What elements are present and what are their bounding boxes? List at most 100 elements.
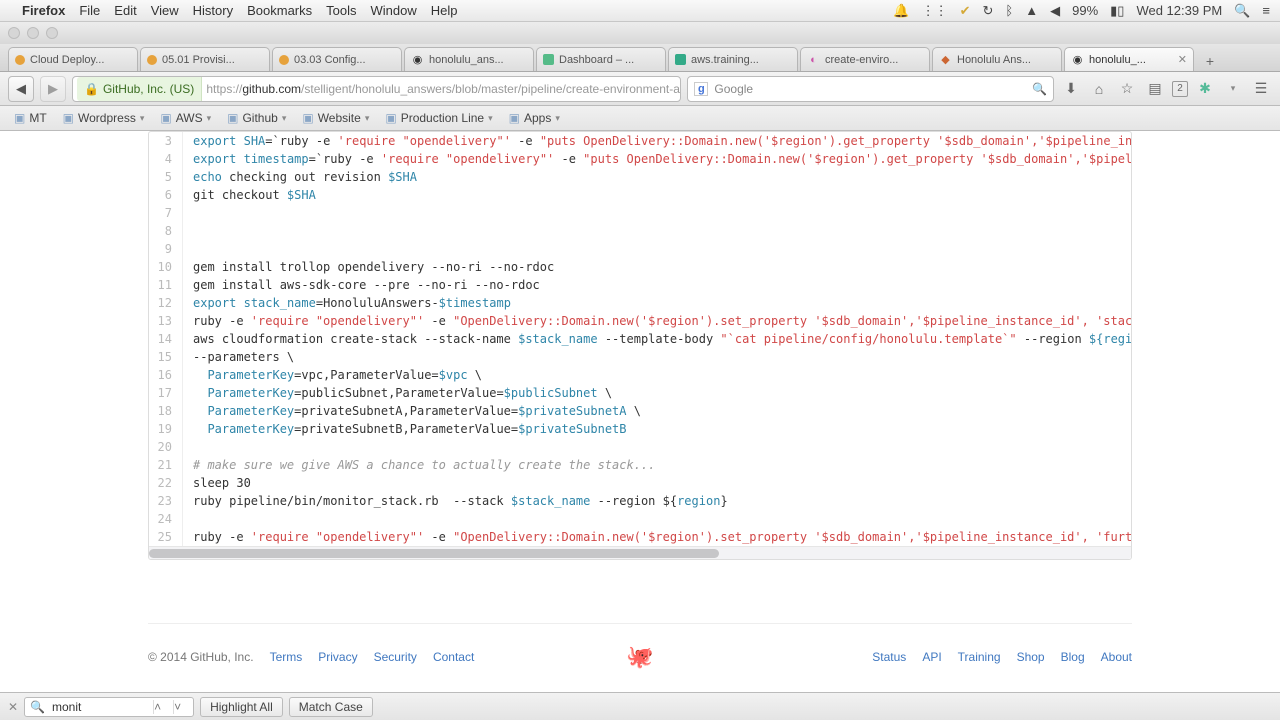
footer-blog[interactable]: Blog [1061,650,1085,664]
notification-icon[interactable]: 🔔 [893,3,909,19]
line-content[interactable]: ParameterKey=privateSubnetA,ParameterVal… [183,402,641,420]
tab-6[interactable]: ◐create-enviro... [800,47,930,71]
new-tab-button[interactable]: + [1200,51,1220,71]
menu-file[interactable]: File [79,3,100,18]
line-number[interactable]: 11 [149,276,183,294]
line-content[interactable] [183,510,193,528]
find-prev-button[interactable]: ˄ [153,700,173,714]
line-content[interactable]: gem install trollop opendelivery --no-ri… [183,258,554,276]
line-number[interactable]: 22 [149,474,183,492]
line-number[interactable]: 9 [149,240,183,258]
line-content[interactable]: ruby -e 'require "opendelivery"' -e "Ope… [183,312,1131,330]
line-number[interactable]: 17 [149,384,183,402]
footer-status[interactable]: Status [872,650,906,664]
tab-2[interactable]: 03.03 Config... [272,47,402,71]
line-content[interactable]: sleep 30 [183,474,251,492]
line-number[interactable]: 12 [149,294,183,312]
bookmark-website[interactable]: ▣Website▾ [296,109,375,127]
bookmark-production-line[interactable]: ▣Production Line▾ [379,109,498,127]
bookmark-github[interactable]: ▣Github▾ [221,109,292,127]
line-content[interactable]: --parameters \ [183,348,294,366]
wifi-icon[interactable]: ▲ [1025,3,1038,18]
tab-5[interactable]: aws.training... [668,47,798,71]
spotlight-icon[interactable]: 🔍 [1234,3,1250,19]
downloads-button[interactable]: ⬇ [1060,78,1082,100]
menu-bookmarks[interactable]: Bookmarks [247,3,312,18]
horizontal-scrollbar[interactable] [149,546,1131,559]
line-content[interactable]: aws cloudformation create-stack --stack-… [183,330,1131,348]
forward-button[interactable]: ▶ [40,76,66,102]
app-name[interactable]: Firefox [22,3,65,18]
bookmark-star-button[interactable]: ☆ [1116,78,1138,100]
menu-window[interactable]: Window [371,3,417,18]
footer-api[interactable]: API [922,650,941,664]
line-number[interactable]: 20 [149,438,183,456]
line-number[interactable]: 10 [149,258,183,276]
back-button[interactable]: ◀ [8,76,34,102]
timemachine-icon[interactable]: ↻ [983,3,994,19]
line-content[interactable]: # make sure we give AWS a chance to actu… [183,456,655,474]
tab-4[interactable]: Dashboard – ... [536,47,666,71]
menu-history[interactable]: History [193,3,233,18]
zoom-window-button[interactable] [46,27,58,39]
line-content[interactable]: export timestamp=`ruby -e 'require "open… [183,150,1131,168]
line-content[interactable]: ruby -e 'require "opendelivery"' -e "Ope… [183,528,1131,546]
minimize-window-button[interactable] [27,27,39,39]
line-content[interactable]: gem install aws-sdk-core --pre --no-ri -… [183,276,540,294]
line-content[interactable]: export SHA=`ruby -e 'require "opendelive… [183,132,1131,150]
tab-7[interactable]: ◆Honolulu Ans... [932,47,1062,71]
line-content[interactable] [183,222,193,240]
bluetooth-icon[interactable]: ᛒ [1005,3,1013,18]
menu-extras-icon[interactable]: ≡ [1262,3,1270,18]
line-number[interactable]: 19 [149,420,183,438]
line-content[interactable]: export stack_name=HonoluluAnswers-$times… [183,294,511,312]
line-number[interactable]: 8 [149,222,183,240]
site-identity[interactable]: 🔒GitHub, Inc. (US) [77,77,202,101]
close-find-button[interactable]: ✕ [8,700,18,714]
clock[interactable]: Wed 12:39 PM [1136,3,1222,18]
line-number[interactable]: 3 [149,132,183,150]
line-content[interactable] [183,204,193,222]
footer-contact[interactable]: Contact [433,650,474,664]
find-next-button[interactable]: ˅ [173,700,193,714]
footer-terms[interactable]: Terms [270,650,303,664]
line-number[interactable]: 21 [149,456,183,474]
onepass-button[interactable]: 2 [1172,81,1188,97]
hamburger-menu-button[interactable]: ☰ [1250,78,1272,100]
line-number[interactable]: 25 [149,528,183,546]
scrollbar-thumb[interactable] [149,549,719,558]
search-bar[interactable]: g Google 🔍 [687,76,1054,102]
line-number[interactable]: 6 [149,186,183,204]
volume-icon[interactable]: ◀ [1050,3,1060,19]
line-number[interactable]: 5 [149,168,183,186]
bookmarks-list-button[interactable]: ▤ [1144,78,1166,100]
line-number[interactable]: 15 [149,348,183,366]
tab-3[interactable]: ◉honolulu_ans... [404,47,534,71]
line-content[interactable] [183,438,193,456]
line-number[interactable]: 24 [149,510,183,528]
home-button[interactable]: ⌂ [1088,78,1110,100]
match-case-button[interactable]: Match Case [289,697,373,717]
line-number[interactable]: 4 [149,150,183,168]
github-logo-icon[interactable]: 󠀠🐙 [626,644,653,670]
line-content[interactable] [183,240,193,258]
sync-icon[interactable]: ⋮⋮ [922,3,948,19]
tab-8[interactable]: ◉honolulu_...✕ [1064,47,1194,71]
footer-shop[interactable]: Shop [1017,650,1045,664]
menu-view[interactable]: View [151,3,179,18]
reload-button[interactable]: ⟳ [680,80,681,97]
line-number[interactable]: 7 [149,204,183,222]
footer-privacy[interactable]: Privacy [318,650,357,664]
battery-icon[interactable]: ▮▯ [1110,3,1124,19]
bookmark-wordpress[interactable]: ▣Wordpress▾ [57,109,151,127]
battery-percent[interactable]: 99% [1072,3,1098,18]
line-content[interactable]: git checkout $SHA [183,186,316,204]
addon-button[interactable]: ✱ [1194,78,1216,100]
highlight-all-button[interactable]: Highlight All [200,697,283,717]
line-content[interactable]: ParameterKey=publicSubnet,ParameterValue… [183,384,612,402]
close-tab-button[interactable]: ✕ [1178,53,1187,66]
check-icon[interactable]: ✔ [960,3,971,19]
footer-security[interactable]: Security [374,650,417,664]
line-number[interactable]: 23 [149,492,183,510]
line-content[interactable]: ParameterKey=privateSubnetB,ParameterVal… [183,420,627,438]
